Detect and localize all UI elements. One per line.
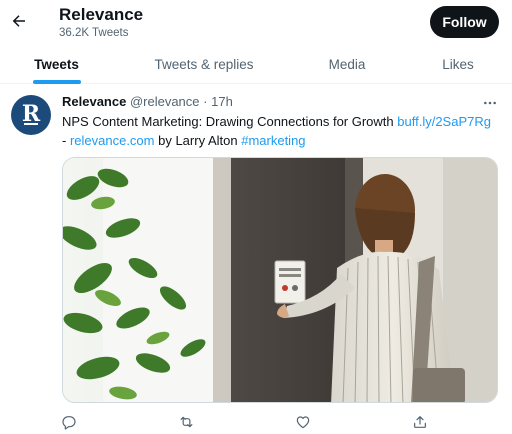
- hashtag-link[interactable]: #marketing: [241, 133, 305, 148]
- share-button[interactable]: [409, 411, 431, 433]
- share-icon: [414, 416, 426, 428]
- tweet-text: NPS Content Marketing: Drawing Connectio…: [62, 113, 502, 150]
- reply-icon: [62, 416, 76, 430]
- tab-likes[interactable]: Likes: [420, 44, 496, 84]
- avatar[interactable]: R: [11, 95, 51, 135]
- media-photo: [63, 158, 497, 402]
- retweet-icon: [180, 416, 192, 428]
- tweet-count: 36.2K Tweets: [59, 27, 129, 39]
- back-button[interactable]: [4, 6, 34, 36]
- more-horizontal-icon: [484, 101, 496, 105]
- tab-media[interactable]: Media: [305, 44, 389, 84]
- tweet-text-part: NPS Content Marketing: Drawing Connectio…: [62, 114, 398, 129]
- arrow-left-icon: [12, 15, 25, 27]
- follow-button[interactable]: Follow: [430, 6, 499, 38]
- author-handle[interactable]: @relevance: [130, 94, 200, 109]
- tab-label: Tweets: [34, 56, 79, 72]
- tweet-link-domain[interactable]: relevance.com: [70, 133, 155, 148]
- separator-dot: ·: [203, 94, 208, 109]
- tweet-time[interactable]: 17h: [211, 94, 233, 109]
- retweet-button[interactable]: [175, 411, 197, 433]
- tweet-text-part: -: [62, 132, 70, 148]
- like-button[interactable]: [292, 411, 314, 433]
- tab-label: Tweets & replies: [154, 56, 254, 72]
- tweet-media-image[interactable]: [62, 157, 498, 403]
- tweet-header: Relevance @relevance · 17h: [62, 94, 233, 110]
- tweet-text-part: by Larry Alton: [154, 132, 242, 148]
- tweet-actions: [0, 411, 512, 433]
- reply-button[interactable]: [58, 411, 80, 433]
- like-icon: [296, 416, 310, 429]
- profile-header: Relevance 36.2K Tweets Follow: [0, 0, 512, 44]
- tweet[interactable]: R Relevance @relevance · 17h NPS Content…: [0, 85, 512, 434]
- avatar-logo-bar: [24, 123, 38, 125]
- tab-label: Likes: [442, 56, 474, 72]
- active-tab-indicator: [32, 80, 81, 84]
- tweet-link-short[interactable]: buff.ly/2SaP7Rg: [397, 114, 491, 129]
- tab-tweets-replies[interactable]: Tweets & replies: [135, 44, 273, 84]
- tab-tweets[interactable]: Tweets: [0, 44, 113, 84]
- avatar-logo-letter: R: [21, 100, 41, 127]
- more-button[interactable]: [478, 93, 502, 113]
- profile-title: Relevance: [59, 5, 144, 24]
- profile-tabs: Tweets Tweets & replies Media Likes: [0, 44, 512, 84]
- author-name[interactable]: Relevance: [62, 94, 126, 109]
- tab-label: Media: [328, 56, 366, 72]
